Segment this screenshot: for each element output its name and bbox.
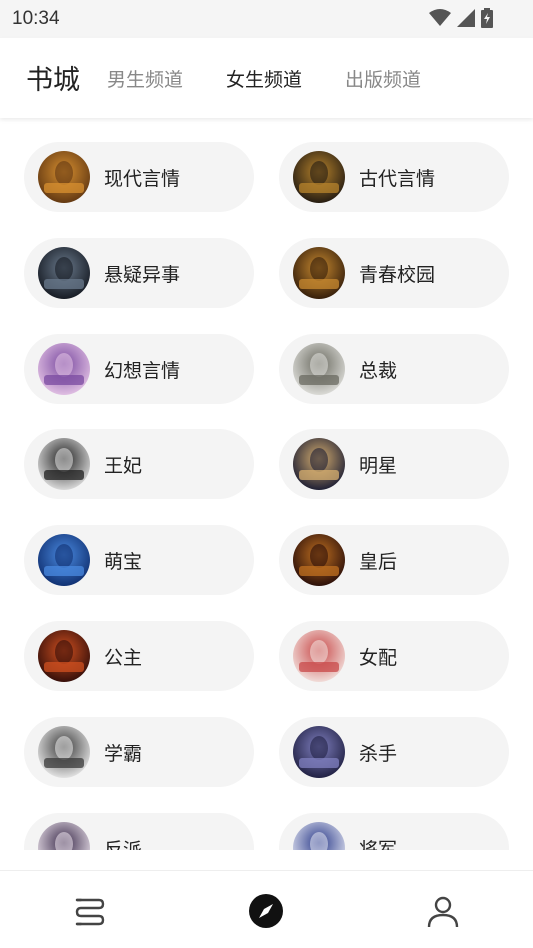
- category-item[interactable]: 公主: [24, 621, 254, 691]
- category-item[interactable]: 青春校园: [279, 237, 509, 308]
- profile-nav-button[interactable]: [423, 891, 463, 931]
- category-label: 总裁: [359, 359, 398, 382]
- tab-male-channel[interactable]: 男生频道: [107, 65, 183, 92]
- category-item[interactable]: 女配: [279, 621, 509, 691]
- category-label: 王妃: [104, 455, 143, 478]
- category-item[interactable]: 古代言情: [279, 142, 509, 212]
- category-item[interactable]: 杀手: [279, 716, 509, 787]
- wifi-icon: [429, 9, 451, 31]
- profile-icon: [423, 896, 463, 935]
- bookshelf-nav-button[interactable]: [69, 891, 109, 931]
- category-label: 萌宝: [104, 551, 143, 574]
- category-cover-image: [293, 534, 345, 587]
- category-cover-image: [293, 821, 345, 850]
- status-icons: [429, 8, 493, 32]
- category-cover-image: [38, 151, 90, 203]
- category-cover-image: [38, 534, 90, 587]
- category-label: 皇后: [359, 551, 398, 574]
- category-item[interactable]: 明星: [279, 429, 509, 500]
- category-cover-image: [293, 438, 345, 491]
- signal-icon: [457, 9, 475, 31]
- category-item[interactable]: 反派: [24, 812, 254, 850]
- category-cover-image: [38, 246, 90, 299]
- status-time: 10:34: [12, 8, 60, 29]
- category-label: 明星: [359, 455, 398, 478]
- category-label: 反派: [104, 838, 143, 850]
- page-title: 书城: [26, 65, 80, 96]
- discover-nav-button[interactable]: [246, 891, 286, 931]
- category-cover-image: [38, 630, 90, 682]
- category-label: 悬疑异事: [104, 263, 181, 286]
- category-cover-image: [38, 342, 90, 395]
- category-label: 幻想言情: [104, 359, 181, 382]
- category-label: 青春校园: [359, 263, 436, 286]
- header: 书城 男生频道 女生频道 出版频道: [0, 38, 533, 118]
- status-bar: 10:34: [0, 0, 533, 38]
- category-cover-image: [38, 725, 90, 778]
- category-cover-image: [293, 342, 345, 395]
- category-item[interactable]: 悬疑异事: [24, 237, 254, 308]
- category-item[interactable]: 现代言情: [24, 142, 254, 212]
- battery-charging-icon: [481, 8, 493, 32]
- category-item[interactable]: 皇后: [279, 525, 509, 596]
- category-cover-image: [293, 246, 345, 299]
- category-label: 女配: [359, 647, 398, 669]
- category-item[interactable]: 幻想言情: [24, 333, 254, 404]
- tab-publishing-channel[interactable]: 出版频道: [345, 65, 421, 92]
- category-item[interactable]: 总裁: [279, 333, 509, 404]
- category-label: 现代言情: [104, 168, 181, 190]
- category-cover-image: [293, 630, 345, 682]
- category-label: 公主: [104, 647, 143, 669]
- category-list[interactable]: 现代言情 古代言情悬疑异事 青春校园幻想言情 总裁王妃 明星萌宝 皇后公主 女配学霸 杀手反派…: [0, 120, 533, 850]
- category-item[interactable]: 王妃: [24, 429, 254, 500]
- category-label: 古代言情: [359, 168, 436, 190]
- category-cover-image: [38, 438, 90, 491]
- category-item[interactable]: 萌宝: [24, 525, 254, 596]
- tab-female-channel[interactable]: 女生频道: [226, 65, 302, 92]
- category-item[interactable]: 学霸: [24, 716, 254, 787]
- category-label: 将军: [359, 838, 398, 850]
- bottom-nav: [0, 871, 533, 948]
- discover-icon: [246, 894, 286, 935]
- category-label: 学霸: [104, 742, 143, 765]
- bookshelf-icon: [69, 898, 109, 935]
- category-cover-image: [293, 725, 345, 778]
- category-item[interactable]: 将军: [279, 812, 509, 850]
- category-label: 杀手: [359, 742, 398, 765]
- category-cover-image: [293, 151, 345, 203]
- category-cover-image: [38, 821, 90, 850]
